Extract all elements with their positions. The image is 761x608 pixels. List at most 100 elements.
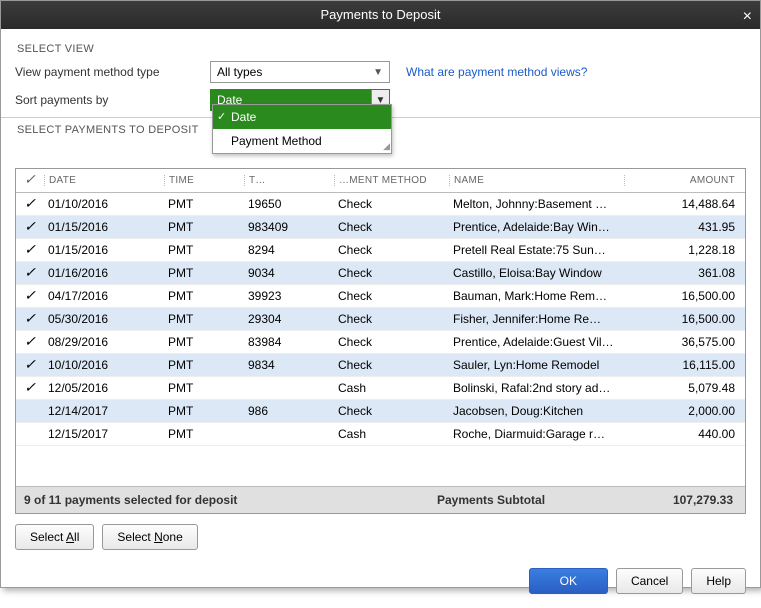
- resize-grip-icon: ◢: [383, 141, 390, 152]
- col-amount[interactable]: AMOUNT: [624, 175, 745, 186]
- row-date: 01/10/2016: [44, 197, 164, 211]
- view-method-label: View payment method type: [15, 65, 210, 79]
- row-time: PMT: [164, 358, 244, 372]
- table-row[interactable]: ✓01/16/2016PMT9034CheckCastillo, Eloisa:…: [16, 262, 745, 285]
- row-method: Check: [334, 289, 449, 303]
- view-method-value: All types: [217, 65, 262, 79]
- subtotal-value: 107,279.33: [617, 493, 737, 507]
- sort-by-dropdown: Date Payment Method ◢: [212, 104, 392, 154]
- sort-by-label: Sort payments by: [15, 93, 210, 107]
- table-row[interactable]: ✓01/15/2016PMT983409CheckPrentice, Adela…: [16, 216, 745, 239]
- row-amount: 1,228.18: [624, 243, 745, 257]
- row-time: PMT: [164, 427, 244, 441]
- row-amount: 14,488.64: [624, 197, 745, 211]
- row-time: PMT: [164, 197, 244, 211]
- row-checkmark[interactable]: ✓: [16, 380, 44, 397]
- table-body: ✓01/10/2016PMT19650CheckMelton, Johnny:B…: [16, 193, 745, 446]
- select-view-label: SELECT VIEW: [17, 43, 746, 55]
- row-date: 01/15/2016: [44, 243, 164, 257]
- table-header: ✓ DATE TIME T… …MENT METHOD NAME AMOUNT: [16, 169, 745, 193]
- row-method: Check: [334, 197, 449, 211]
- row-name: Castillo, Eloisa:Bay Window: [449, 266, 624, 280]
- help-button[interactable]: Help: [691, 568, 746, 594]
- select-all-button[interactable]: Select All: [15, 524, 94, 550]
- row-checkmark[interactable]: ✓: [16, 265, 44, 282]
- ok-button[interactable]: OK: [529, 568, 608, 594]
- row-date: 12/14/2017: [44, 404, 164, 418]
- row-checkmark[interactable]: ✓: [16, 311, 44, 328]
- cancel-button[interactable]: Cancel: [616, 568, 683, 594]
- dialog-actions: OK Cancel Help: [15, 568, 746, 594]
- view-method-combo[interactable]: All types ▼: [210, 61, 390, 83]
- table-row[interactable]: ✓01/15/2016PMT8294CheckPretell Real Esta…: [16, 239, 745, 262]
- row-number: 19650: [244, 197, 334, 211]
- row-amount: 16,500.00: [624, 289, 745, 303]
- subtotal-label: Payments Subtotal: [437, 493, 617, 507]
- row-method: Cash: [334, 381, 449, 395]
- row-method: Check: [334, 404, 449, 418]
- col-select[interactable]: ✓: [16, 172, 44, 189]
- row-amount: 5,079.48: [624, 381, 745, 395]
- close-icon[interactable]: ×: [743, 3, 752, 31]
- row-name: Sauler, Lyn:Home Remodel: [449, 358, 624, 372]
- title-bar: Payments to Deposit ×: [1, 1, 760, 29]
- col-date[interactable]: DATE: [44, 175, 164, 186]
- row-number: 983409: [244, 220, 334, 234]
- sort-option-date[interactable]: Date: [213, 105, 391, 129]
- row-date: 08/29/2016: [44, 335, 164, 349]
- row-number: 8294: [244, 243, 334, 257]
- col-number[interactable]: T…: [244, 175, 334, 186]
- table-row[interactable]: 12/15/2017PMTCashRoche, Diarmuid:Garage …: [16, 423, 745, 446]
- row-method: Check: [334, 312, 449, 326]
- table-row[interactable]: 12/14/2017PMT986CheckJacobsen, Doug:Kitc…: [16, 400, 745, 423]
- row-date: 05/30/2016: [44, 312, 164, 326]
- row-number: 9034: [244, 266, 334, 280]
- row-date: 12/05/2016: [44, 381, 164, 395]
- row-name: Pretell Real Estate:75 Sun…: [449, 243, 624, 257]
- col-time[interactable]: TIME: [164, 175, 244, 186]
- row-amount: 36,575.00: [624, 335, 745, 349]
- view-method-row: View payment method type All types ▼ Wha…: [15, 61, 746, 83]
- row-checkmark[interactable]: ✓: [16, 357, 44, 374]
- table-row[interactable]: ✓12/05/2016PMTCashBolinski, Rafal:2nd st…: [16, 377, 745, 400]
- row-checkmark[interactable]: ✓: [16, 242, 44, 259]
- row-date: 01/15/2016: [44, 220, 164, 234]
- row-method: Check: [334, 358, 449, 372]
- payment-method-views-link[interactable]: What are payment method views?: [406, 65, 587, 79]
- row-number: 83984: [244, 335, 334, 349]
- row-method: Check: [334, 335, 449, 349]
- table-filler: [16, 446, 745, 486]
- table-row[interactable]: ✓05/30/2016PMT29304CheckFisher, Jennifer…: [16, 308, 745, 331]
- col-method[interactable]: …MENT METHOD: [334, 175, 449, 186]
- row-time: PMT: [164, 243, 244, 257]
- table-row[interactable]: ✓10/10/2016PMT9834CheckSauler, Lyn:Home …: [16, 354, 745, 377]
- select-none-button[interactable]: Select None: [102, 524, 197, 550]
- col-name[interactable]: NAME: [449, 175, 624, 186]
- row-checkmark[interactable]: ✓: [16, 219, 44, 236]
- row-amount: 361.08: [624, 266, 745, 280]
- window-title: Payments to Deposit: [321, 7, 441, 22]
- row-number: 9834: [244, 358, 334, 372]
- dialog-content: SELECT VIEW View payment method type All…: [1, 29, 760, 608]
- row-number: 29304: [244, 312, 334, 326]
- row-name: Roche, Diarmuid:Garage r…: [449, 427, 624, 441]
- row-name: Melton, Johnny:Basement …: [449, 197, 624, 211]
- row-name: Bolinski, Rafal:2nd story ad…: [449, 381, 624, 395]
- table-row[interactable]: ✓08/29/2016PMT83984CheckPrentice, Adelai…: [16, 331, 745, 354]
- row-checkmark[interactable]: ✓: [16, 334, 44, 351]
- row-time: PMT: [164, 289, 244, 303]
- row-checkmark[interactable]: ✓: [16, 288, 44, 305]
- chevron-down-icon: ▼: [373, 67, 383, 78]
- row-method: Cash: [334, 427, 449, 441]
- payments-table: ✓ DATE TIME T… …MENT METHOD NAME AMOUNT …: [15, 168, 746, 514]
- row-method: Check: [334, 220, 449, 234]
- row-time: PMT: [164, 335, 244, 349]
- row-name: Prentice, Adelaide:Bay Win…: [449, 220, 624, 234]
- table-row[interactable]: ✓04/17/2016PMT39923CheckBauman, Mark:Hom…: [16, 285, 745, 308]
- row-checkmark[interactable]: ✓: [16, 196, 44, 213]
- row-method: Check: [334, 243, 449, 257]
- selection-buttons: Select All Select None: [15, 524, 746, 550]
- sort-option-payment-method[interactable]: Payment Method: [213, 129, 391, 153]
- row-number: 39923: [244, 289, 334, 303]
- table-row[interactable]: ✓01/10/2016PMT19650CheckMelton, Johnny:B…: [16, 193, 745, 216]
